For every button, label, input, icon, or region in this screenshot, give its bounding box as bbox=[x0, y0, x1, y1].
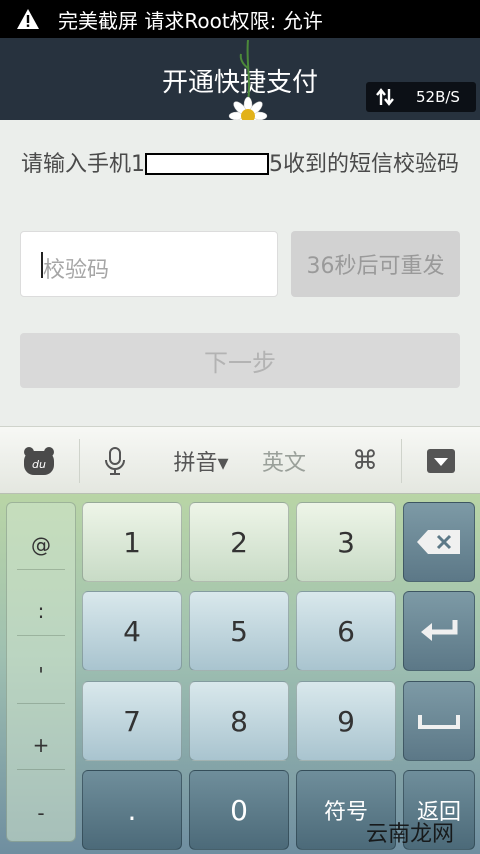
network-rate: 52B/S bbox=[416, 88, 460, 106]
symbol-column[interactable]: @ : ' + - bbox=[6, 502, 76, 842]
watermark-text: 云南龙网 bbox=[365, 822, 454, 847]
symbol-plus-key[interactable]: + bbox=[7, 733, 75, 757]
english-label: 英文 bbox=[261, 451, 306, 476]
key-2[interactable]: 2 bbox=[189, 502, 289, 582]
verification-form: 请输入手机1 5收到的短信校验码 校验码 36秒后可重发 下一步 bbox=[0, 120, 480, 426]
verification-code-input[interactable]: 校验码 bbox=[20, 231, 278, 297]
key-0[interactable]: 0 bbox=[189, 770, 289, 850]
symbol-apostrophe-key[interactable]: ' bbox=[7, 663, 75, 687]
sms-prompt: 请输入手机1 5收到的短信校验码 bbox=[20, 150, 460, 180]
network-speed-badge: 52B/S bbox=[366, 82, 476, 112]
ime-logo-button[interactable]: du bbox=[0, 427, 78, 495]
voice-input-button[interactable] bbox=[80, 427, 150, 495]
command-button[interactable]: ⌘ bbox=[330, 427, 400, 495]
enter-key[interactable] bbox=[403, 591, 475, 671]
collapse-keyboard-button[interactable] bbox=[402, 427, 480, 495]
warning-icon bbox=[17, 9, 39, 29]
key-5[interactable]: 5 bbox=[189, 591, 289, 671]
backspace-key[interactable] bbox=[403, 502, 475, 582]
collapse-icon bbox=[427, 449, 455, 473]
english-mode-button[interactable]: 英文 bbox=[248, 427, 320, 495]
key-dot[interactable]: . bbox=[82, 770, 182, 850]
resend-button[interactable]: 36秒后可重发 bbox=[291, 231, 460, 297]
microphone-icon bbox=[105, 447, 125, 475]
symbol-colon-key[interactable]: : bbox=[7, 599, 75, 623]
code-placeholder: 校验码 bbox=[43, 258, 110, 283]
symbol-at-key[interactable]: @ bbox=[7, 533, 75, 557]
prompt-text-start: 请输入手机1 bbox=[21, 152, 145, 177]
prompt-text-end: 5收到的短信校验码 bbox=[269, 152, 459, 177]
enter-icon bbox=[421, 620, 458, 641]
backspace-icon bbox=[417, 530, 460, 554]
status-bar: 完美截屏 请求Root权限: 允许 bbox=[0, 0, 480, 38]
symbol-minus-key[interactable]: - bbox=[7, 801, 75, 825]
ime-toolbar: du 拼音▾ 英文 ⌘ bbox=[0, 426, 480, 494]
watermark-logo: 云南龙网 bbox=[340, 810, 480, 854]
key-4[interactable]: 4 bbox=[82, 591, 182, 671]
pinyin-mode-button[interactable]: 拼音▾ bbox=[160, 427, 242, 495]
space-key[interactable] bbox=[403, 681, 475, 761]
key-1[interactable]: 1 bbox=[82, 502, 182, 582]
numeric-keyboard: @ : ' + - 1 2 3 4 5 6 7 8 9 . 0 符号 返回 bbox=[0, 494, 480, 854]
key-9[interactable]: 9 bbox=[296, 681, 396, 761]
status-message: 完美截屏 请求Root权限: 允许 bbox=[58, 8, 323, 33]
next-step-button[interactable]: 下一步 bbox=[20, 333, 460, 388]
key-6[interactable]: 6 bbox=[296, 591, 396, 671]
baidu-bear-icon: du bbox=[24, 447, 54, 475]
pinyin-label: 拼音▾ bbox=[173, 451, 229, 476]
svg-text:du: du bbox=[32, 458, 46, 471]
data-transfer-icon bbox=[376, 88, 394, 106]
key-8[interactable]: 8 bbox=[189, 681, 289, 761]
key-7[interactable]: 7 bbox=[82, 681, 182, 761]
key-3[interactable]: 3 bbox=[296, 502, 396, 582]
command-icon: ⌘ bbox=[352, 446, 378, 476]
redacted-phone-number bbox=[145, 153, 269, 175]
space-icon bbox=[418, 715, 460, 729]
